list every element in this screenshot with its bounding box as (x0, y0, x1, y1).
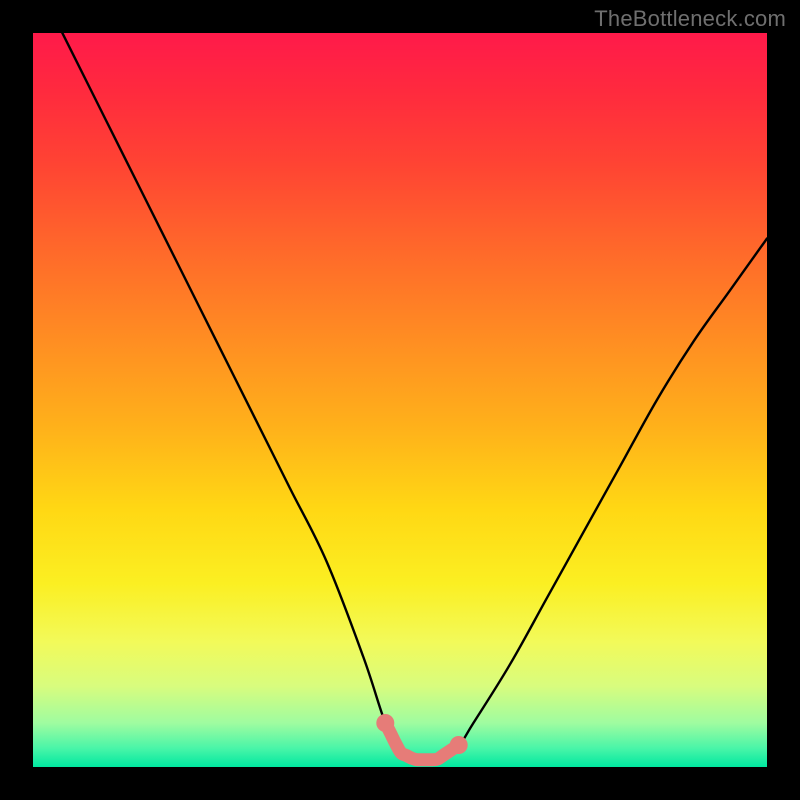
bottleneck-curve-path (33, 33, 767, 761)
bottleneck-highlight-dot-right (450, 736, 468, 754)
bottleneck-highlight-path (385, 723, 458, 760)
bottleneck-curve-svg (33, 33, 767, 767)
bottleneck-highlight-dot-left (376, 714, 394, 732)
plot-area (33, 33, 767, 767)
watermark-text: TheBottleneck.com (594, 6, 786, 32)
chart-frame: TheBottleneck.com (0, 0, 800, 800)
